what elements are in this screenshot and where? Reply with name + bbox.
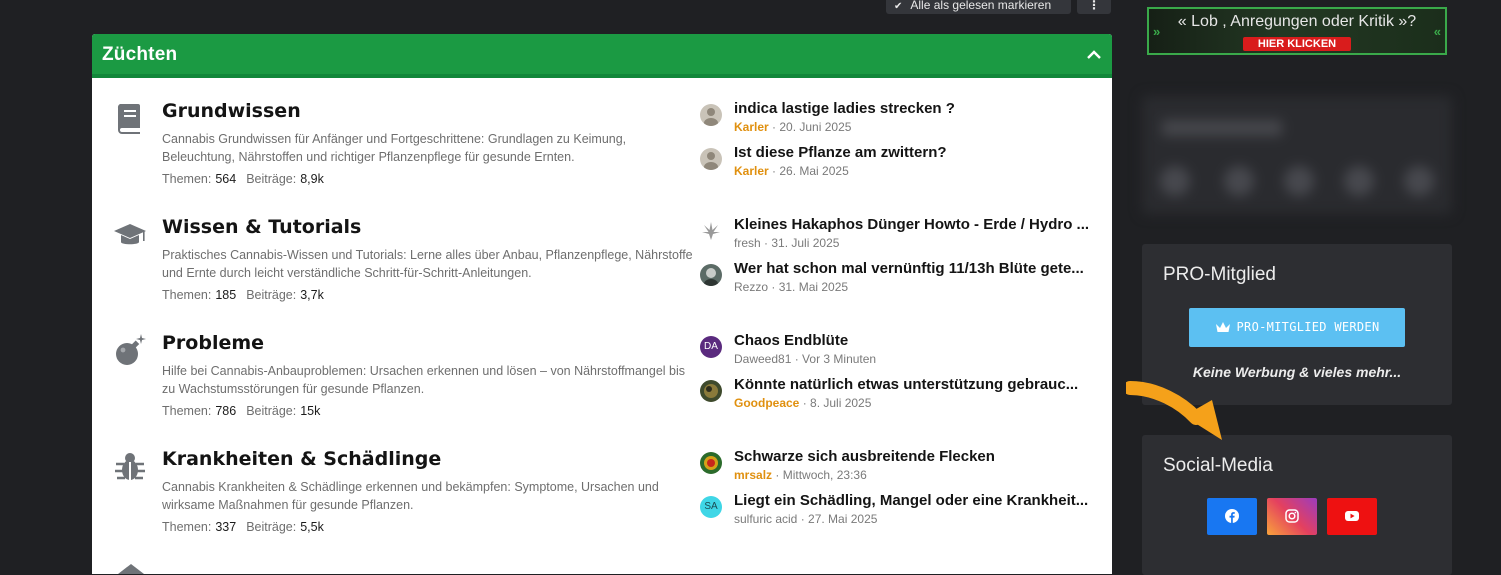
social-title: Social-Media [1163,455,1273,476]
avatar[interactable] [700,148,722,170]
node-description: Cannabis Krankheiten & Schädlinge erkenn… [162,480,659,512]
facebook-button[interactable] [1207,498,1257,535]
category-panel: Züchten Grundwissen Cannabis Grundwissen… [92,34,1112,574]
node-description: Hilfe bei Cannabis-Anbauproblemen: Ursac… [162,364,686,396]
latest-thread[interactable]: Kleines Hakaphos Dünger Howto - Erde / H… [700,216,1095,256]
forum-node-probleme: Probleme Hilfe bei Cannabis-Anbauproblem… [92,310,1112,426]
pro-subtitle: Keine Werbung & vieles mehr... [1192,364,1402,380]
become-pro-button[interactable]: PRO-MITGLIED WERDEN [1189,308,1405,347]
node-stats: Themen: 564 Beiträge: 8,9k [162,172,324,186]
latest-thread[interactable]: indica lastige ladies strecken ? Karler … [700,100,1095,140]
avatar[interactable] [700,380,722,402]
avatar[interactable] [700,104,722,126]
username[interactable]: fresh [734,236,761,250]
crown-icon [1215,322,1230,332]
blurred-widget [1142,96,1452,214]
node-stats: Themen: 185 Beiträge: 3,7k [162,288,324,302]
mark-all-read-button[interactable]: ✔ Alle als gelesen markieren [886,0,1071,14]
forum-node-wissen-tutorials: Wissen & Tutorials Praktisches Cannabis-… [92,194,1112,310]
avatar[interactable]: DA [700,336,722,358]
avatar[interactable] [700,264,722,286]
thread-title[interactable]: Ist diese Pflanze am zwittern? [734,144,1094,161]
thread-meta: fresh · 31. Juli 2025 [734,236,840,250]
username[interactable]: Karler [734,120,769,134]
avatar[interactable]: SA [700,496,722,518]
thread-meta: mrsalz · Mittwoch, 23:36 [734,468,867,482]
latest-thread[interactable]: Könnte natürlich etwas unterstützung geb… [700,376,1095,416]
latest-thread[interactable]: Schwarze sich ausbreitende Flecken mrsal… [700,448,1095,488]
graduation-cap-icon [114,224,146,245]
category-header[interactable]: Züchten [92,34,1112,78]
node-title[interactable]: Grundwissen [162,100,301,122]
avatar[interactable] [700,452,722,474]
thread-meta: Karler · 26. Mai 2025 [734,164,849,178]
node-title[interactable]: Probleme [162,332,264,354]
latest-thread[interactable]: Ist diese Pflanze am zwittern? Karler · … [700,144,1095,184]
latest-thread[interactable]: Wer hat schon mal vernünftig 11/13h Blüt… [700,260,1095,300]
node-description: Cannabis Grundwissen für Anfänger und Fo… [162,132,627,164]
youtube-icon [1345,511,1359,521]
instagram-icon [1285,509,1299,523]
node-title[interactable]: Wissen & Tutorials [162,216,361,238]
banner-text: « Lob , Anregungen oder Kritik »? [1177,13,1417,30]
thread-meta: sulfuric acid · 27. Mai 2025 [734,512,878,526]
thread-title[interactable]: Schwarze sich ausbreitende Flecken [734,448,1094,465]
avatar[interactable] [700,220,722,242]
thread-title[interactable]: Liegt ein Schädling, Mangel oder eine Kr… [734,492,1094,509]
youtube-button[interactable] [1327,498,1377,535]
mark-read-label: Alle als gelesen markieren [910,0,1052,12]
thread-title[interactable]: Wer hat schon mal vernünftig 11/13h Blüt… [734,260,1094,277]
username[interactable]: sulfuric acid [734,512,797,526]
book-icon [117,104,140,134]
bomb-icon [116,334,146,365]
node-description: Praktisches Cannabis-Wissen und Tutorial… [162,248,693,280]
chevron-up-icon[interactable] [1086,47,1102,61]
annotation-arrow-icon [1126,381,1222,440]
pro-title: PRO-Mitglied [1163,264,1276,285]
username[interactable]: mrsalz [734,468,772,482]
thread-title[interactable]: Kleines Hakaphos Dünger Howto - Erde / H… [734,216,1094,233]
thread-meta: Daweed81 · Vor 3 Minuten [734,352,877,366]
banner-cta[interactable]: HIER KLICKEN [1243,37,1351,51]
username[interactable]: Goodpeace [734,396,799,410]
more-options-button[interactable]: ⋮ [1077,0,1111,14]
latest-thread[interactable]: DA Chaos Endblüte Daweed81 · Vor 3 Minut… [700,332,1095,372]
latest-thread[interactable]: SA Liegt ein Schädling, Mangel oder eine… [700,492,1095,532]
username[interactable]: Daweed81 [734,352,791,366]
thread-title[interactable]: Könnte natürlich etwas unterstützung geb… [734,376,1094,393]
username[interactable]: Rezzo [734,280,768,294]
next-node-icon [118,564,144,574]
social-media-card: Social-Media [1142,435,1452,575]
forum-node-krankheiten-schaedlinge: Krankheiten & Schädlinge Cannabis Krankh… [92,426,1112,542]
node-title[interactable]: Krankheiten & Schädlinge [162,448,441,470]
facebook-icon [1225,509,1239,523]
username[interactable]: Karler [734,164,769,178]
thread-meta: Karler · 20. Juni 2025 [734,120,852,134]
node-stats: Themen: 786 Beiträge: 15k [162,404,321,418]
thread-title[interactable]: Chaos Endblüte [734,332,1094,349]
node-stats: Themen: 337 Beiträge: 5,5k [162,520,324,534]
forum-node-grundwissen: Grundwissen Cannabis Grundwissen für Anf… [92,78,1112,194]
instagram-button[interactable] [1267,498,1317,535]
thread-title[interactable]: indica lastige ladies strecken ? [734,100,1094,117]
thread-meta: Goodpeace · 8. Juli 2025 [734,396,872,410]
feedback-banner[interactable]: » « « Lob , Anregungen oder Kritik »? HI… [1147,7,1447,55]
category-title: Züchten [102,44,178,65]
check-icon: ✔ [894,1,903,12]
thread-meta: Rezzo · 31. Mai 2025 [734,280,849,294]
bug-icon [115,453,145,480]
